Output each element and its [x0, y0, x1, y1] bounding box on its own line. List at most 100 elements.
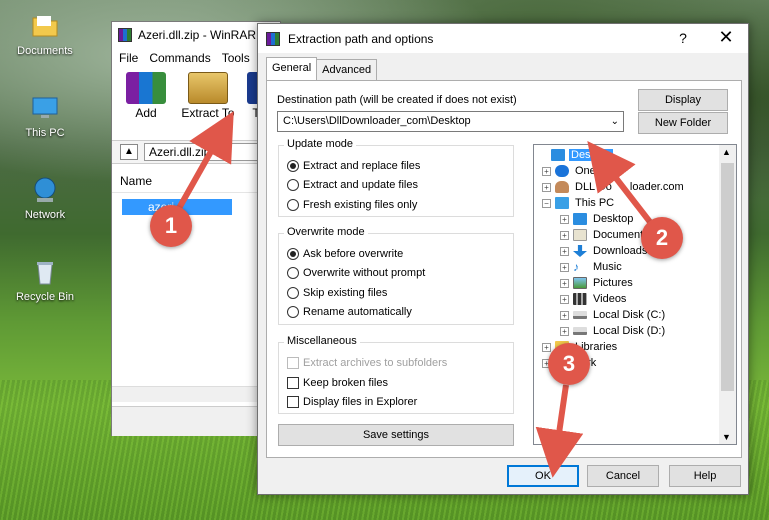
winrar-title: Azeri.dll.zip - WinRAR: [138, 28, 257, 42]
help-icon[interactable]: ?: [675, 30, 691, 46]
close-icon[interactable]: ✕: [716, 27, 736, 48]
scroll-up-icon[interactable]: ▲: [722, 147, 731, 157]
radio-button[interactable]: [287, 199, 299, 211]
expand-icon[interactable]: +: [560, 246, 569, 256]
display-button[interactable]: Display: [638, 89, 728, 111]
expand-icon[interactable]: +: [542, 166, 551, 176]
new-folder-button[interactable]: New Folder: [638, 112, 728, 134]
tree-item-pc-desktop[interactable]: + Desktop: [560, 211, 635, 227]
desktop-icon-recycle-bin[interactable]: Recycle Bin: [10, 256, 80, 303]
desktop-icon-documents[interactable]: Documents: [10, 10, 80, 57]
expand-icon[interactable]: +: [560, 278, 569, 288]
radio-button[interactable]: [287, 306, 299, 318]
desktop-icon-network[interactable]: Network: [10, 174, 80, 221]
desktop-icon: [551, 149, 565, 161]
radio-skip-existing[interactable]: Skip existing files: [287, 287, 387, 299]
option-label: Overwrite without prompt: [303, 267, 426, 279]
tree-item-label: Music: [593, 261, 622, 273]
checkbox[interactable]: [287, 377, 299, 389]
tab-advanced[interactable]: Advanced: [316, 59, 378, 80]
extract-to-label: Extract To: [181, 106, 235, 120]
tree-vertical-scrollbar[interactable]: ▲ ▼: [719, 145, 736, 444]
radio-extract-replace[interactable]: Extract and replace files: [287, 160, 420, 172]
add-button[interactable]: Add: [122, 72, 170, 120]
menu-commands[interactable]: Commands: [149, 51, 210, 65]
tree-item-user[interactable]: + DLL Do loader.com: [542, 179, 686, 195]
add-button-label: Add: [135, 106, 157, 120]
radio-fresh-existing[interactable]: Fresh existing files only: [287, 199, 417, 211]
expand-icon[interactable]: +: [560, 230, 569, 240]
winrar-titlebar[interactable]: Azeri.dll.zip - WinRAR: [112, 22, 280, 48]
overwrite-mode-group: Overwrite mode Ask before overwrite Over…: [278, 226, 514, 325]
desktop-icon-label: This PC: [25, 127, 65, 139]
radio-button-selected[interactable]: [287, 248, 299, 260]
collapse-icon[interactable]: −: [542, 198, 551, 208]
tree-item-music[interactable]: + ♪ Music: [560, 259, 624, 275]
option-label: Rename automatically: [303, 306, 412, 318]
folder-icon: [32, 16, 58, 37]
tree-item-label: Downloads: [593, 245, 648, 257]
radio-button[interactable]: [287, 287, 299, 299]
videos-icon: [573, 293, 587, 305]
music-icon: ♪: [573, 260, 579, 274]
expand-icon[interactable]: +: [560, 294, 569, 304]
desktop-icon-this-pc[interactable]: This PC: [10, 92, 80, 139]
destination-path-combo[interactable]: C:\Users\DllDownloader_com\Desktop ⌄: [277, 111, 624, 132]
dialog-titlebar[interactable]: Extraction path and options ? ✕: [258, 24, 748, 53]
drive-icon: [573, 311, 587, 319]
radio-extract-update[interactable]: Extract and update files: [287, 179, 418, 191]
folder-tree[interactable]: Desktop + OneD + DLL Do loader.com − This…: [533, 144, 737, 445]
checkbox-disabled: [287, 357, 299, 369]
checkbox-keep-broken-files[interactable]: Keep broken files: [287, 377, 388, 389]
extract-to-button[interactable]: Extract To: [180, 72, 236, 120]
menu-file[interactable]: File: [119, 51, 138, 65]
tree-item-downloads[interactable]: + Downloads: [560, 243, 649, 259]
up-folder-button[interactable]: ▲: [120, 144, 138, 160]
tree-item-label: DLL Do loader.com: [573, 181, 686, 193]
tree-item-local-disk-d[interactable]: + Local Disk (D:): [560, 323, 667, 339]
checkbox[interactable]: [287, 396, 299, 408]
add-archive-icon: [126, 72, 166, 104]
radio-ask-before-overwrite[interactable]: Ask before overwrite: [287, 248, 403, 260]
tree-item-desktop[interactable]: Desktop: [538, 147, 614, 163]
option-label: Extract archives to subfolders: [303, 357, 448, 369]
help-button[interactable]: Help: [669, 465, 741, 487]
option-label: Extract and update files: [303, 179, 418, 191]
tree-item-label-head: DLL Do: [575, 181, 612, 193]
menu-tools[interactable]: Tools: [222, 51, 250, 65]
update-mode-group: Update mode Extract and replace files Ex…: [278, 138, 514, 217]
radio-button-selected[interactable]: [287, 160, 299, 172]
tab-general[interactable]: General: [266, 57, 318, 80]
recycle-bin-icon: [37, 262, 53, 285]
radio-button[interactable]: [287, 267, 299, 279]
radio-rename-automatically[interactable]: Rename automatically: [287, 306, 412, 318]
expand-icon[interactable]: +: [560, 262, 569, 272]
checkbox-display-in-explorer[interactable]: Display files in Explorer: [287, 396, 417, 408]
radio-overwrite-without-prompt[interactable]: Overwrite without prompt: [287, 267, 425, 279]
expand-icon[interactable]: +: [542, 182, 551, 192]
tree-item-documents[interactable]: + Documents: [560, 227, 651, 243]
tree-item-label: Local Disk (D:): [593, 325, 666, 337]
option-label: Skip existing files: [303, 287, 388, 299]
desktop-icon-label: Network: [24, 209, 66, 221]
expand-icon[interactable]: +: [542, 342, 551, 352]
tree-item-local-disk-c[interactable]: + Local Disk (C:): [560, 307, 667, 323]
miscellaneous-group: Miscellaneous Extract archives to subfol…: [278, 335, 514, 414]
tree-item-label: Local Disk (C:): [593, 309, 666, 321]
tree-item-pictures[interactable]: + Pictures: [560, 275, 635, 291]
computer-icon: [32, 97, 58, 118]
tree-item-this-pc[interactable]: − This PC: [542, 195, 616, 211]
expand-icon[interactable]: +: [560, 214, 569, 224]
scroll-down-icon[interactable]: ▼: [722, 432, 731, 442]
radio-button[interactable]: [287, 179, 299, 191]
cancel-button[interactable]: Cancel: [587, 465, 659, 487]
save-settings-button[interactable]: Save settings: [278, 424, 514, 446]
expand-icon[interactable]: +: [560, 326, 569, 336]
chevron-down-icon[interactable]: ⌄: [611, 112, 619, 131]
tree-item-videos[interactable]: + Videos: [560, 291, 628, 307]
expand-icon[interactable]: +: [560, 310, 569, 320]
tree-item-onedrive[interactable]: + OneD: [542, 163, 606, 179]
ok-button[interactable]: OK: [507, 465, 579, 487]
option-label: Keep broken files: [303, 377, 388, 389]
scroll-thumb[interactable]: [721, 163, 734, 391]
